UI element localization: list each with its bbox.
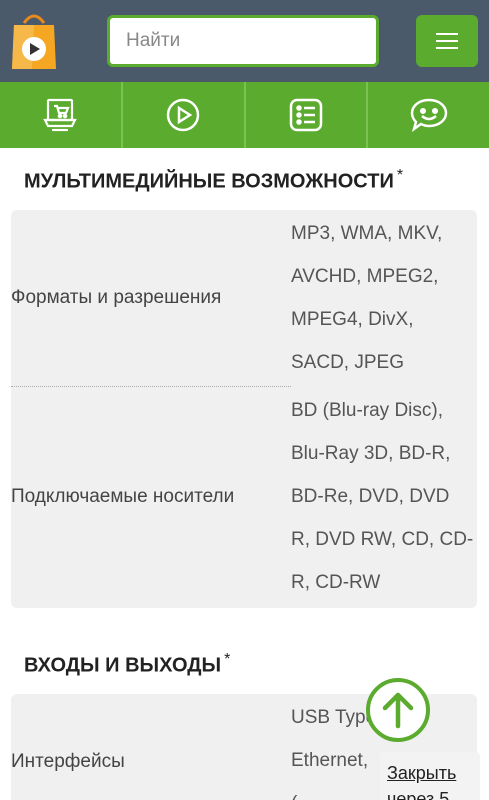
spec-row: Подключаемые носители BD (Blu-ray Disc),… [11,387,477,607]
arrow-up-icon [382,692,414,729]
scroll-to-top-button[interactable] [366,678,430,742]
spec-value: BD (Blu-ray Disc), Blu-Ray 3D, BD-R, BD-… [291,400,474,593]
search-placeholder: Найти [126,30,181,51]
chat-bubble-icon [410,98,447,133]
spec-value: MP3, WMA, MKV, AVCHD, MPEG2, MPEG4, DivX… [291,223,443,373]
spec-label: Подключаемые носители [11,486,235,507]
search-input[interactable]: Найти [107,15,379,67]
shop-logo-icon[interactable] [10,13,58,69]
nav-catalog[interactable] [0,82,123,148]
top-bar: Найти [0,0,489,82]
list-icon [289,98,323,132]
spec-label: Форматы и разрешения [11,287,222,308]
close-ad-link[interactable]: Закрыть через 5 [380,752,480,800]
play-circle-icon [166,98,200,132]
monitor-cart-icon [43,98,78,132]
spec-row: Форматы и разрешения MP3, WMA, MKV, AVCH… [11,210,477,386]
menu-button[interactable] [416,15,478,67]
hamburger-menu-icon [436,33,458,35]
nav-reviews[interactable] [368,82,489,148]
section-title-multimedia: МУЛЬТИМЕДИЙНЫЕ ВОЗМОЖНОСТИ * [24,167,404,193]
spec-table-multimedia: Форматы и разрешения MP3, WMA, MKV, AVCH… [11,210,477,608]
nav-video[interactable] [123,82,246,148]
spec-label: Интерфейсы [11,751,125,772]
section-title-io: ВХОДЫ И ВЫХОДЫ * [24,651,231,677]
nav-specs[interactable] [246,82,369,148]
category-icon-bar [0,82,489,148]
